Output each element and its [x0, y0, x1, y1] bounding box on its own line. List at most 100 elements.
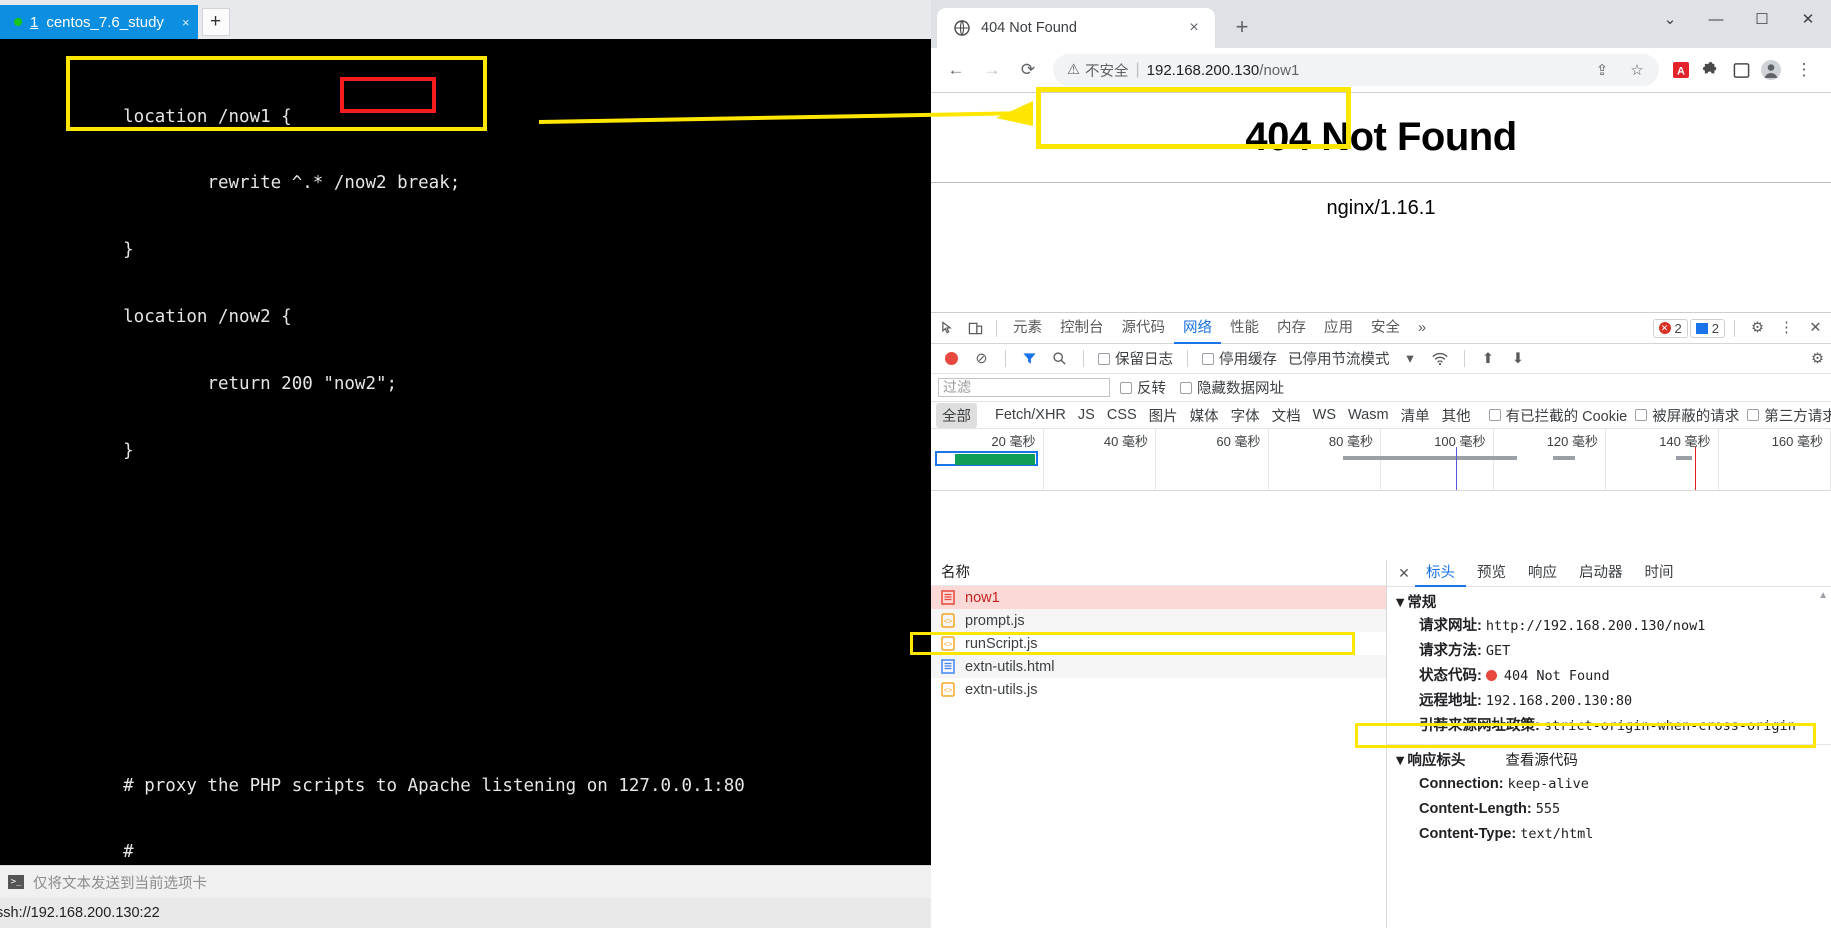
checkbox: [1098, 352, 1110, 365]
plus-icon[interactable]: +: [201, 8, 230, 36]
not-secure-label: 不安全: [1085, 63, 1129, 80]
network-overview[interactable]: 20 毫秒 40 毫秒 60 毫秒 80 毫秒 100 毫秒 120 毫秒 14…: [931, 429, 1831, 491]
not-secure-badge[interactable]: ⚠ 不安全: [1067, 60, 1129, 81]
minimize-icon[interactable]: —: [1693, 0, 1739, 38]
preserve-log-checkbox[interactable]: 保留日志: [1094, 348, 1177, 369]
back-icon[interactable]: ←: [939, 53, 973, 87]
type-filter-manifest[interactable]: 清单: [1395, 403, 1436, 428]
export-har-icon[interactable]: ⬇: [1505, 345, 1532, 372]
type-filter-fetch-xhr[interactable]: Fetch/XHR: [989, 405, 1072, 425]
record-icon[interactable]: [938, 345, 965, 372]
detail-tab-headers[interactable]: 标头: [1415, 560, 1466, 587]
type-filter-font[interactable]: 字体: [1225, 403, 1266, 428]
search-icon[interactable]: [1046, 345, 1073, 372]
tab-sources[interactable]: 源代码: [1113, 313, 1175, 344]
sidepanel-icon[interactable]: [1727, 56, 1755, 84]
tab-network[interactable]: 网络: [1174, 313, 1221, 344]
tab-memory[interactable]: 内存: [1268, 313, 1315, 344]
tab-elements[interactable]: 元素: [1004, 313, 1051, 344]
close-icon[interactable]: ×: [1183, 19, 1205, 37]
chrome-toolbar: ← → ⟳ ⚠ 不安全 | 192.168.200.130/now1 ⇪ ☆ A: [931, 48, 1831, 92]
maximize-icon[interactable]: ☐: [1739, 0, 1785, 38]
terminal-line: }: [81, 240, 134, 261]
terminal-connection-bar: ssh://192.168.200.130:22: [0, 898, 931, 928]
response-headers-title: 响应标头: [1407, 753, 1466, 769]
chrome-menu-icon[interactable]: ⋮: [1787, 53, 1821, 87]
field-label: 请求方法:: [1419, 643, 1482, 659]
blocked-requests-checkbox[interactable]: 被屏蔽的请求: [1631, 405, 1743, 426]
field-label: Content-Type:: [1419, 826, 1517, 842]
adblock-extension-icon[interactable]: A: [1667, 56, 1695, 84]
gear-icon[interactable]: ⚙: [1744, 315, 1771, 342]
detail-tab-preview[interactable]: 预览: [1466, 560, 1517, 587]
reload-icon[interactable]: ⟳: [1011, 53, 1045, 87]
table-row[interactable]: now1: [931, 586, 1386, 609]
network-settings-gear-icon[interactable]: ⚙: [1804, 345, 1831, 372]
response-headers-section-header[interactable]: ▼响应标头 查看源代码: [1387, 745, 1831, 772]
table-row[interactable]: <> prompt.js: [931, 609, 1386, 632]
hide-data-urls-checkbox[interactable]: 隐藏数据网址: [1176, 377, 1288, 398]
scrollbar-up-arrow-icon[interactable]: ▲: [1818, 590, 1828, 601]
wifi-icon[interactable]: [1427, 345, 1454, 372]
detail-tab-initiator[interactable]: 启动器: [1568, 560, 1634, 587]
type-filter-js[interactable]: JS: [1072, 405, 1101, 425]
detail-row-request-url: 请求网址: http://192.168.200.130/now1: [1387, 614, 1831, 639]
invert-checkbox[interactable]: 反转: [1116, 377, 1170, 398]
terminal-status-text: 仅将文本发送到当前选项卡: [33, 875, 207, 892]
type-filter-doc[interactable]: 文档: [1266, 403, 1307, 428]
error-count-badge[interactable]: ✕ 2: [1652, 318, 1688, 338]
table-row[interactable]: <> extn-utils.js: [931, 678, 1386, 701]
clear-icon[interactable]: ⊘: [968, 345, 995, 372]
share-icon[interactable]: ⇪: [1588, 56, 1616, 84]
devtools-panel: 元素 控制台 源代码 网络 性能 内存 应用 安全 » ✕ 2 2 ⚙ ⋮ ✕ …: [931, 312, 1831, 928]
close-window-icon[interactable]: ✕: [1785, 0, 1831, 38]
more-panels-icon[interactable]: »: [1409, 313, 1435, 344]
type-filter-other[interactable]: 其他: [1436, 403, 1477, 428]
throttling-select[interactable]: 已停用节流模式: [1284, 348, 1394, 369]
type-filter-css[interactable]: CSS: [1101, 405, 1143, 425]
terminal-tab-centos[interactable]: 1 centos_7.6_study ×: [0, 5, 198, 39]
warning-count: 2: [1711, 320, 1719, 336]
type-filter-media[interactable]: 媒体: [1184, 403, 1225, 428]
type-filter-all[interactable]: 全部: [936, 402, 977, 428]
detail-tab-response[interactable]: 响应: [1517, 560, 1568, 587]
address-bar[interactable]: ⚠ 不安全 | 192.168.200.130/now1 ⇪ ☆: [1053, 54, 1659, 86]
close-icon[interactable]: ✕: [1393, 565, 1415, 582]
table-row[interactable]: <> runScript.js: [931, 632, 1386, 655]
type-filter-img[interactable]: 图片: [1143, 403, 1184, 428]
warning-count-badge[interactable]: 2: [1689, 318, 1725, 338]
tab-console[interactable]: 控制台: [1051, 313, 1113, 344]
divider: [1005, 350, 1006, 367]
close-icon[interactable]: ×: [172, 15, 190, 30]
disable-cache-checkbox[interactable]: 停用缓存: [1198, 348, 1281, 369]
terminal-screen[interactable]: location /now1 { rewrite ^.* /now2 break…: [0, 39, 931, 865]
close-devtools-icon[interactable]: ✕: [1802, 315, 1829, 342]
type-filter-wasm[interactable]: Wasm: [1342, 405, 1395, 425]
type-filter-ws[interactable]: WS: [1307, 405, 1342, 425]
chrome-tab-404[interactable]: 404 Not Found ×: [937, 8, 1215, 48]
terminal-line: location /now1 {: [81, 106, 292, 127]
device-toolbar-icon[interactable]: [962, 315, 989, 342]
forward-icon[interactable]: →: [975, 53, 1009, 87]
general-section-header[interactable]: ▼常规: [1387, 587, 1831, 614]
kebab-menu-icon[interactable]: ⋮: [1773, 315, 1800, 342]
extensions-puzzle-icon[interactable]: [1697, 56, 1725, 84]
tab-application[interactable]: 应用: [1315, 313, 1362, 344]
blocked-cookies-checkbox[interactable]: 有已拦截的 Cookie: [1485, 405, 1632, 426]
inspect-element-icon[interactable]: [935, 315, 962, 342]
chevron-down-icon[interactable]: ▾: [1397, 345, 1424, 372]
avatar[interactable]: [1757, 56, 1785, 84]
tab-search-icon[interactable]: ⌄: [1647, 0, 1693, 38]
detail-tab-timing[interactable]: 时间: [1634, 560, 1685, 587]
import-har-icon[interactable]: ⬆: [1475, 345, 1502, 372]
third-party-checkbox[interactable]: 第三方请求: [1743, 405, 1831, 426]
overview-selection[interactable]: [935, 451, 1038, 466]
tab-performance[interactable]: 性能: [1221, 313, 1268, 344]
view-source-link[interactable]: 查看源代码: [1505, 749, 1578, 770]
filter-input[interactable]: 过滤: [938, 378, 1110, 397]
table-row[interactable]: extn-utils.html: [931, 655, 1386, 678]
filter-icon[interactable]: [1016, 345, 1043, 372]
bookmark-star-icon[interactable]: ☆: [1623, 56, 1651, 84]
tab-security[interactable]: 安全: [1362, 313, 1409, 344]
new-tab-icon[interactable]: +: [1227, 13, 1257, 43]
